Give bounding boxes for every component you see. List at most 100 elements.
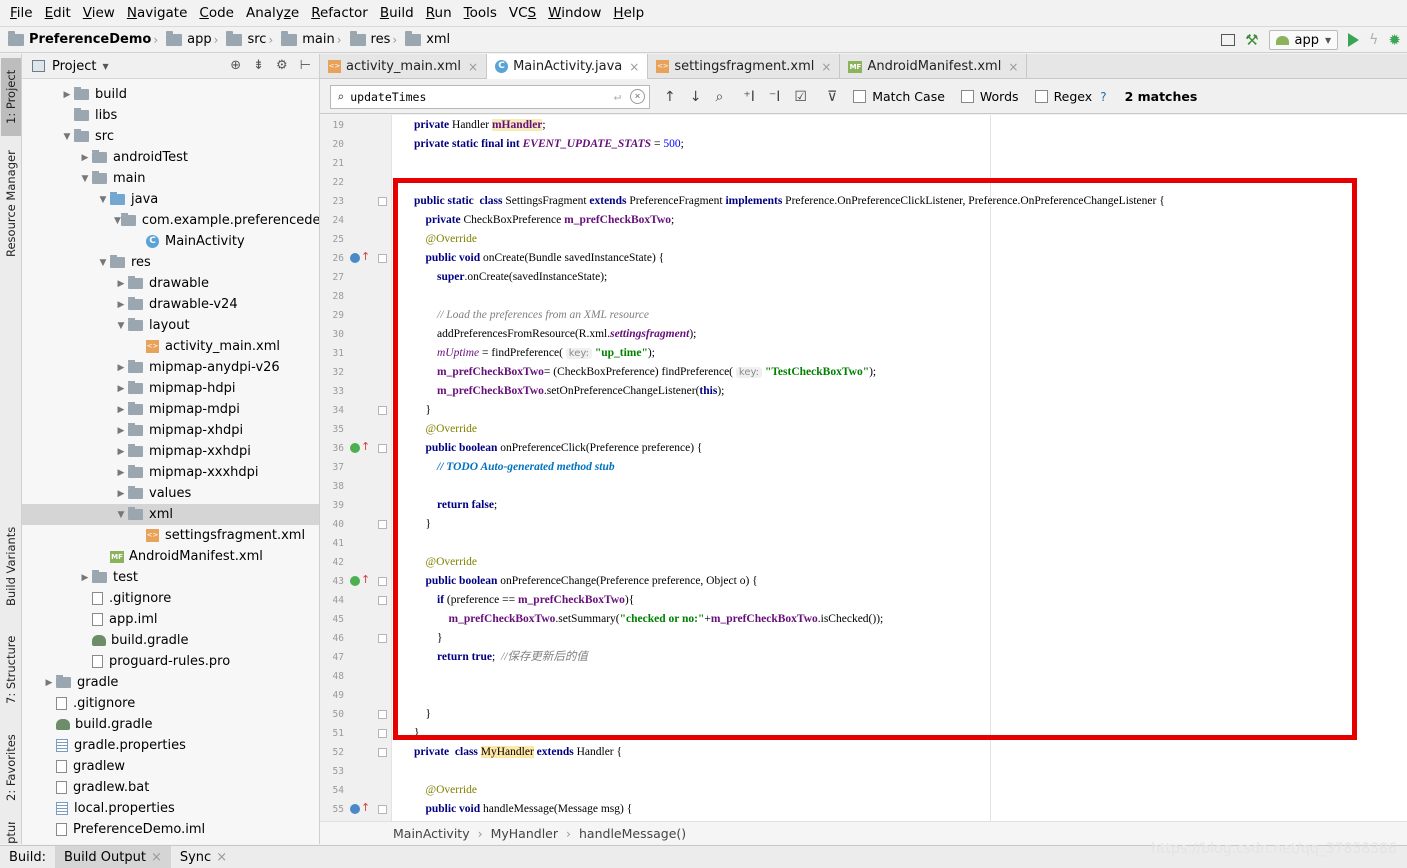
- regex-help-link[interactable]: ?: [1100, 90, 1106, 104]
- menu-navigate[interactable]: Navigate: [121, 0, 194, 27]
- tree-item[interactable]: build.gradle: [22, 630, 319, 651]
- collapsed-arrow-icon[interactable]: ▶: [114, 447, 128, 457]
- clear-icon[interactable]: ×: [630, 88, 645, 104]
- bottom-tab[interactable]: Build:: [0, 846, 55, 868]
- tree-item[interactable]: ▼ xml: [22, 504, 319, 525]
- collapsed-arrow-icon[interactable]: ▶: [114, 468, 128, 478]
- collapsed-arrow-icon[interactable]: ▶: [78, 153, 92, 163]
- fold-marker-icon[interactable]: [378, 596, 387, 605]
- menu-tools[interactable]: Tools: [458, 0, 503, 27]
- fold-marker-icon[interactable]: [378, 520, 387, 529]
- tree-item[interactable]: .gitignore: [22, 588, 319, 609]
- expanded-arrow-icon[interactable]: ▼: [96, 195, 110, 205]
- code-breadcrumb-item[interactable]: MainActivity: [393, 826, 470, 841]
- hide-icon[interactable]: ⊢: [300, 58, 311, 73]
- tree-item[interactable]: ▶ build: [22, 84, 319, 105]
- close-icon[interactable]: ×: [468, 60, 478, 74]
- collapsed-arrow-icon[interactable]: ▶: [114, 279, 128, 289]
- expanded-arrow-icon[interactable]: ▼: [96, 258, 110, 268]
- menu-file[interactable]: File: [4, 0, 39, 27]
- tree-item[interactable]: ▶ gradle: [22, 672, 319, 693]
- fold-marker-icon[interactable]: [378, 444, 387, 453]
- override-method-icon[interactable]: [350, 804, 360, 814]
- expanded-arrow-icon[interactable]: ▼: [114, 216, 121, 226]
- add-occurrence-icon[interactable]: ⁺Ι: [743, 89, 755, 105]
- tree-item[interactable]: ▼ src: [22, 126, 319, 147]
- code-editor[interactable]: 19 20 21 22 23 24 25 26 ↑ 27 28 29 30 31 32 33 34 35 36 ↑ 37…: [320, 115, 1407, 821]
- breadcrumb-item[interactable]: res ›: [349, 30, 402, 47]
- checkbox-box[interactable]: [853, 90, 867, 103]
- tree-item[interactable]: build.gradle: [22, 714, 319, 735]
- tool-tab-resource-manager[interactable]: Resource Manager: [1, 144, 21, 264]
- apply-changes-icon[interactable]: ϟ: [1369, 32, 1378, 48]
- tree-item[interactable]: libs: [22, 105, 319, 126]
- match-case-checkbox[interactable]: Match Case: [853, 89, 945, 104]
- menu-vcs[interactable]: VCS: [503, 0, 542, 27]
- tree-item[interactable]: ▶ mipmap-xxxhdpi: [22, 462, 319, 483]
- select-all-occurrences-icon[interactable]: ☑: [794, 89, 807, 105]
- collapsed-arrow-icon[interactable]: ▶: [114, 405, 128, 415]
- implement-method-icon[interactable]: [350, 576, 360, 586]
- tree-item[interactable]: ▶ drawable-v24: [22, 294, 319, 315]
- menu-edit[interactable]: Edit: [39, 0, 77, 27]
- checkbox-box[interactable]: [960, 90, 974, 103]
- tree-item[interactable]: <> activity_main.xml: [22, 336, 319, 357]
- tree-item[interactable]: MF AndroidManifest.xml: [22, 546, 319, 567]
- tree-item[interactable]: ▶ mipmap-xhdpi: [22, 420, 319, 441]
- tree-item[interactable]: local.properties: [22, 798, 319, 819]
- editor-tab[interactable]: <> settingsfragment.xml ×: [648, 54, 841, 79]
- fold-marker-icon[interactable]: [378, 710, 387, 719]
- tree-item[interactable]: C MainActivity: [22, 231, 319, 252]
- fold-marker-icon[interactable]: [378, 634, 387, 643]
- breadcrumb-item[interactable]: main ›: [281, 30, 345, 47]
- tree-item[interactable]: settings.gradle: [22, 840, 319, 844]
- bottom-tab[interactable]: Build Output ×: [55, 845, 171, 868]
- breadcrumb-item[interactable]: xml: [405, 30, 450, 47]
- collapsed-arrow-icon[interactable]: ▶: [42, 678, 56, 688]
- tree-item[interactable]: ▼ main: [22, 168, 319, 189]
- checkbox-box[interactable]: [1034, 90, 1048, 103]
- find-all-icon[interactable]: ⌕: [715, 89, 723, 105]
- menu-refactor[interactable]: Refactor: [305, 0, 374, 27]
- tree-item[interactable]: app.iml: [22, 609, 319, 630]
- tree-item[interactable]: proguard-rules.pro: [22, 651, 319, 672]
- tool-tab-captures[interactable]: Captures: [1, 822, 21, 844]
- collapsed-arrow-icon[interactable]: ▶: [114, 363, 128, 373]
- expanded-arrow-icon[interactable]: ▼: [114, 510, 128, 520]
- tree-item[interactable]: ▶ test: [22, 567, 319, 588]
- locate-icon[interactable]: ⊕: [230, 58, 241, 73]
- close-icon[interactable]: ×: [1008, 60, 1018, 74]
- newline-icon[interactable]: ↵: [614, 89, 621, 103]
- layout-icon[interactable]: [1221, 34, 1236, 46]
- tree-item[interactable]: ▼ res: [22, 252, 319, 273]
- collapse-all-icon[interactable]: ⇟: [253, 58, 264, 73]
- fold-marker-icon[interactable]: [378, 748, 387, 757]
- debug-icon[interactable]: ✹: [1388, 31, 1401, 49]
- breadcrumb-item[interactable]: app ›: [166, 30, 222, 47]
- breadcrumb-item[interactable]: src ›: [226, 30, 277, 47]
- run-icon[interactable]: [1348, 33, 1360, 47]
- hammer-icon[interactable]: ⚒: [1245, 31, 1258, 49]
- fold-marker-icon[interactable]: [378, 805, 387, 814]
- tree-item[interactable]: gradlew.bat: [22, 777, 319, 798]
- menu-help[interactable]: Help: [607, 0, 650, 27]
- code-breadcrumb-item[interactable]: handleMessage(): [579, 826, 686, 841]
- tree-item[interactable]: <> settingsfragment.xml: [22, 525, 319, 546]
- tool-tab-build-variants[interactable]: Build Variants: [1, 516, 21, 616]
- regex-checkbox[interactable]: Regex: [1034, 89, 1092, 104]
- menu-build[interactable]: Build: [374, 0, 420, 27]
- expanded-arrow-icon[interactable]: ▼: [60, 132, 74, 142]
- expanded-arrow-icon[interactable]: ▼: [78, 174, 92, 184]
- editor-tab[interactable]: <> activity_main.xml ×: [320, 54, 488, 79]
- filter-icon[interactable]: ⊽: [827, 89, 837, 105]
- tree-item[interactable]: ▶ drawable: [22, 273, 319, 294]
- remove-occurrence-icon[interactable]: ⁻Ι: [769, 89, 781, 105]
- tool-tab-structure[interactable]: 7: Structure: [1, 626, 21, 714]
- editor-tab[interactable]: C MainActivity.java ×: [487, 54, 649, 79]
- tree-item[interactable]: gradlew: [22, 756, 319, 777]
- run-configuration-selector[interactable]: app ▼: [1268, 30, 1339, 50]
- collapsed-arrow-icon[interactable]: ▶: [114, 300, 128, 310]
- fold-marker-icon[interactable]: [378, 197, 387, 206]
- implement-method-icon[interactable]: [350, 443, 360, 453]
- fold-marker-icon[interactable]: [378, 406, 387, 415]
